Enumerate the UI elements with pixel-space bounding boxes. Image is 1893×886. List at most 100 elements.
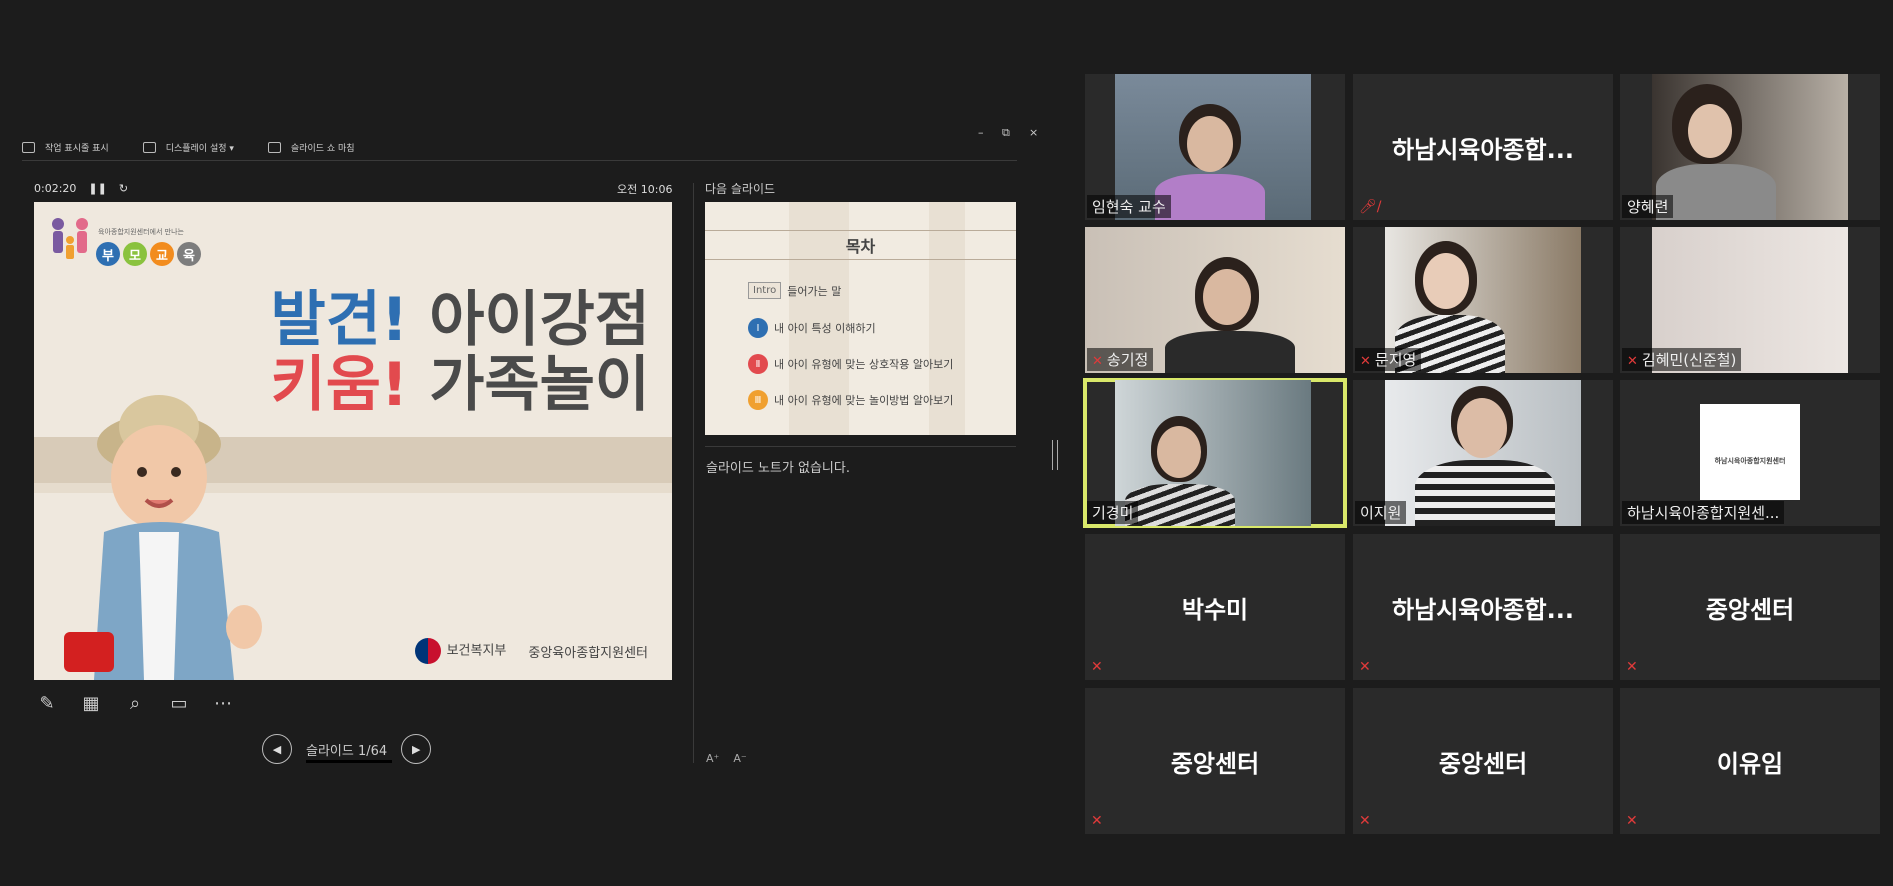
restore-button[interactable]: ⧉ [1002,126,1010,140]
toc-item-3: Ⅲ 내 아이 유형에 맞는 놀이방법 알아보기 [748,390,953,410]
participant-name: 중앙센터 [1438,749,1528,778]
participant-tile[interactable]: ✕ 김혜민(신준철) [1620,227,1880,373]
taskbar-icon [22,141,35,153]
toolbar-divider [22,160,1017,161]
previous-slide-button[interactable]: ◀ [262,734,292,764]
participant-tile[interactable]: ✕ 문지영 [1353,227,1613,373]
next-slide-label: 다음 슬라이드 [705,182,776,196]
notes-divider [705,446,1016,447]
participant-name: 임현숙 교수 [1087,195,1171,218]
end-slideshow-button[interactable]: 슬라이드 쇼 마침 [267,139,355,155]
participant-name: 중앙센터 [1705,595,1795,624]
increase-font-button[interactable]: A⁺ [706,752,719,765]
muted-mic-icon: ✕ [1091,659,1103,675]
gallery-splitter[interactable] [1052,440,1058,470]
intro-tag: Intro [748,282,782,299]
end-show-icon [267,141,281,153]
slide-headline: 발견! 아이강점 키움! 가족놀이 [271,288,650,418]
baby-photo [64,395,262,680]
participant-tile[interactable]: 임현숙 교수 [1085,74,1345,220]
pause-icon[interactable]: ❚❚ [88,182,106,195]
participant-tile[interactable]: 양혜련 [1620,74,1880,220]
center-logo-text: 하남시육아종합지원센터 [1714,457,1786,465]
participant-name: 하남시육아종합... [1392,595,1574,624]
current-slide[interactable]: 육아종합지원센터에서 만나는 부 모 교 육 발견! 아이강점 키움! 가족놀이… [34,202,672,680]
logo-char: 교 [150,242,174,266]
participant-tile[interactable]: 중앙센터 ✕ [1620,534,1880,680]
close-button[interactable]: × [1029,126,1038,139]
family-logo-icon [52,218,88,259]
presenter-toolbar: 작업 표시줄 표시 디스플레이 설정 ▾ 슬라이드 쇼 마침 [22,139,355,155]
participant-tile[interactable]: 중앙센터 ✕ [1085,688,1345,834]
show-taskbar-button[interactable]: 작업 표시줄 표시 [22,139,109,155]
participant-tile[interactable]: 중앙센터 ✕ [1353,688,1613,834]
participant-tile[interactable]: 하남시육아종합지원센터 하남시육아종합지원센... [1620,380,1880,526]
slide-navigation: ◀ 슬라이드 1/64 ▶ [262,734,432,764]
pane-divider[interactable] [693,183,694,763]
muted-mic-icon: 🎤︎/ [1359,199,1382,215]
participant-tile[interactable]: 이유임 ✕ [1620,688,1880,834]
decrease-font-button[interactable]: A⁻ [733,752,746,765]
logo-char: 육 [177,242,201,266]
parent-education-logo: 부 모 교 육 [96,242,201,266]
korea-emblem-icon [414,638,441,664]
participant-video [1385,380,1581,526]
participant-name: 중앙센터 [1170,749,1260,778]
participant-tile[interactable]: ✕ 송기정 [1085,227,1345,373]
participant-tile[interactable]: 하남시육아종합... ✕ [1353,534,1613,680]
muted-mic-icon: ✕ [1360,354,1371,369]
speaker-notes[interactable]: 슬라이드 노트가 없습니다. [706,457,850,476]
participant-tile[interactable]: 이지원 [1353,380,1613,526]
next-slide-preview[interactable]: 목차 Intro 들어가는 말 Ⅰ 내 아이 특성 이해하기 Ⅱ 내 아이 유형… [705,202,1016,435]
slide-footer: 보건복지부 중앙육아종합지원센터 [414,638,648,664]
participant-name: ✕ 문지영 [1355,348,1422,371]
toc-item-1: Ⅰ 내 아이 특성 이해하기 [748,318,876,338]
more-options-icon[interactable]: ⋯ [210,690,236,716]
muted-mic-icon: ✕ [1627,354,1638,369]
logo-char: 부 [96,242,120,266]
muted-mic-icon: ✕ [1626,659,1638,675]
display-settings-button[interactable]: 디스플레이 설정 ▾ [142,139,234,155]
clock: 오전 10:06 [617,183,673,196]
toc-intro: Intro 들어가는 말 [748,282,841,299]
zoom-icon[interactable]: ⌕ [122,690,148,716]
slideshow-timer: 0:02:20 ❚❚ ↻ [34,182,128,195]
participant-tile-active-speaker[interactable]: 기경미 [1083,378,1347,528]
participant-video [1652,74,1848,220]
muted-mic-icon: ✕ [1359,659,1371,675]
participant-name: 기경미 [1087,501,1139,524]
participant-name: ✕ 김혜민(신준철) [1622,348,1742,371]
participant-name: 이지원 [1355,501,1407,524]
center-logo-video: 하남시육아종합지원센터 [1700,404,1800,500]
toc-item-2: Ⅱ 내 아이 유형에 맞는 상호작용 알아보기 [748,354,953,374]
headline-family-play: 가족놀이 [429,349,650,420]
slide-counter: 슬라이드 1/64 [306,740,392,763]
display-icon [142,141,156,153]
next-slide-button[interactable]: ▶ [401,734,432,764]
slide-progress-bar [306,759,392,763]
see-all-slides-icon[interactable]: ▦ [78,690,104,716]
participant-name: 하남시육아종합지원센... [1622,501,1785,524]
participant-video [1115,380,1311,526]
black-screen-icon[interactable]: ▭ [166,690,192,716]
muted-mic-icon: ✕ [1359,813,1371,829]
minimize-button[interactable]: – [978,126,984,139]
org-caption: 육아종합지원센터에서 만나는 [98,228,184,236]
slide-tools: ✎ ▦ ⌕ ▭ ⋯ [34,690,236,716]
center-logo: 중앙육아종합지원센터 [528,645,648,661]
reset-timer-icon[interactable]: ↻ [119,182,128,195]
participant-name: 이유임 [1716,749,1784,778]
headline-grow: 키움! [270,349,409,420]
ministry-logo: 보건복지부 [414,638,506,664]
participant-name: 하남시육아종합... [1392,135,1574,164]
logo-char: 모 [123,242,147,266]
participant-tile[interactable]: 하남시육아종합... 🎤︎/ [1353,74,1613,220]
pen-icon[interactable]: ✎ [34,690,60,716]
headline-child-strength: 아이강점 [429,285,650,355]
muted-mic-icon: ✕ [1092,354,1103,369]
toc-title: 목차 [705,230,1016,260]
headline-discover: 발견! [270,285,409,355]
participant-tile[interactable]: 박수미 ✕ [1085,534,1345,680]
participant-name: 양혜련 [1622,195,1674,218]
participant-name: ✕ 송기정 [1087,348,1154,371]
